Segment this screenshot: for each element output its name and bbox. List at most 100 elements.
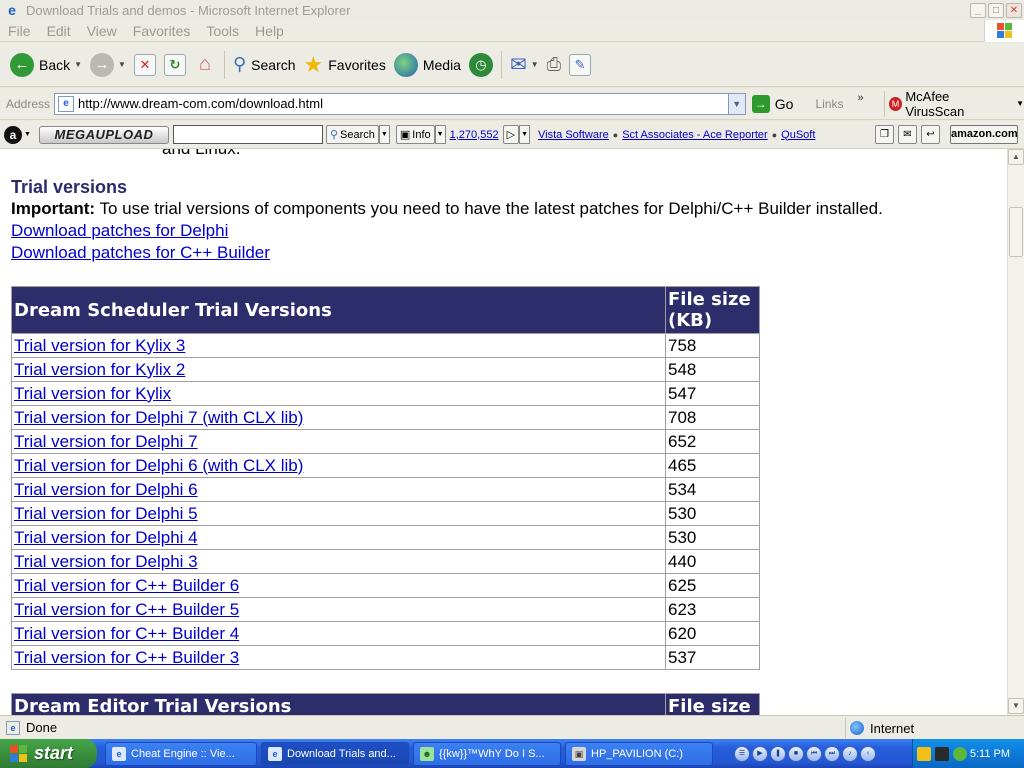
system-tray: 5:11 PM [912, 739, 1024, 768]
maximize-button[interactable]: □ [988, 2, 1004, 18]
table-cell-name: Trial version for Delphi 4 [11, 525, 666, 550]
mega-count-link[interactable]: 1,270,552 [450, 129, 499, 141]
trial-download-link[interactable]: Trial version for C++ Builder 4 [14, 624, 239, 643]
dropdown-arrow-icon[interactable]: ▼ [531, 60, 539, 69]
task-hp-pavilion[interactable]: ▣ HP_PAVILION (C:) [565, 741, 713, 766]
stop-icon[interactable]: ■ [788, 745, 804, 762]
vertical-scrollbar[interactable]: ▲ ▼ [1007, 149, 1024, 715]
menu-tools[interactable]: Tools [198, 23, 247, 39]
scroll-up-arrow-icon[interactable]: ▲ [1008, 149, 1024, 165]
cut-off-text: and Linux. [162, 149, 240, 159]
task-msn-chat[interactable]: ☻ {{kw}}™WhY Do I S... [413, 741, 561, 766]
mega-search-button[interactable]: ⚲ Search [325, 125, 379, 144]
trial-download-link[interactable]: Trial version for Delphi 5 [14, 504, 198, 523]
minimize-button[interactable]: _ [970, 2, 986, 18]
trial-download-link[interactable]: Trial version for Delphi 6 [14, 480, 198, 499]
drive-icon: ▣ [572, 746, 586, 761]
next-icon[interactable]: ⏭ [824, 745, 840, 762]
menu-file[interactable]: File [0, 23, 39, 39]
mail-button[interactable]: ✉ ▼ [506, 47, 543, 83]
qusoft-link[interactable]: QuSoft [781, 129, 815, 141]
stop-button[interactable]: ✕ [130, 47, 160, 83]
back-button[interactable]: ← Back ▼ [6, 47, 86, 83]
table-row: Trial version for Kylix 547 [11, 381, 760, 406]
task-cheat-engine[interactable]: e Cheat Engine :: Vie... [105, 741, 257, 766]
trial-download-link[interactable]: Trial version for Kylix 2 [14, 360, 185, 379]
messenger-tray-icon[interactable] [953, 746, 967, 761]
trial-download-link[interactable]: Trial version for Kylix [14, 384, 171, 403]
start-button[interactable]: start [0, 739, 97, 768]
trial-download-link[interactable]: Trial version for Delphi 7 [14, 432, 198, 451]
trial-download-link[interactable]: Trial version for C++ Builder 5 [14, 600, 239, 619]
task-download-trials[interactable]: e Download Trials and... [261, 741, 409, 766]
dropdown-arrow-icon[interactable]: ▼ [1016, 99, 1024, 108]
delphi-patches-link[interactable]: Download patches for Delphi [11, 221, 228, 241]
menu-help[interactable]: Help [247, 23, 292, 39]
forward-button[interactable]: → ▼ [86, 47, 130, 83]
tray-app-icon[interactable] [917, 746, 931, 761]
megaupload-logo[interactable]: MEGAUPLOAD [38, 125, 169, 144]
vista-software-link[interactable]: Vista Software [538, 129, 609, 141]
play-icon[interactable]: ▶ [752, 745, 768, 762]
cbuilder-patches-link[interactable]: Download patches for C++ Builder [11, 243, 270, 263]
links-button[interactable]: Links [815, 97, 843, 111]
mega-search-input[interactable] [172, 125, 323, 144]
trial-download-link[interactable]: Trial version for Delphi 4 [14, 528, 198, 547]
dropdown-arrow-icon[interactable]: ▼ [519, 125, 531, 144]
dropdown-arrow-icon[interactable]: ▼ [434, 125, 446, 144]
print-button[interactable]: ⎙ [543, 47, 565, 83]
refresh-button[interactable]: ↻ [160, 47, 190, 83]
trial-download-link[interactable]: Trial version for C++ Builder 3 [14, 648, 239, 667]
menu-favorites[interactable]: Favorites [125, 23, 199, 39]
chevron-left-icon[interactable]: ‹ [860, 745, 876, 762]
edit-button[interactable]: ✎ [565, 47, 595, 83]
mcafee-button[interactable]: M McAfee VirusScan ▼ [883, 89, 1024, 119]
player-menu-icon[interactable]: ☰ [734, 745, 750, 762]
mega-menu-icon[interactable]: a [4, 125, 22, 144]
chevron-right-icon[interactable]: » [857, 92, 863, 104]
dropdown-arrow-icon[interactable]: ▼ [74, 60, 82, 69]
dropdown-arrow-icon[interactable]: ▼ [24, 131, 31, 138]
volume-icon[interactable]: ♪ [842, 745, 858, 762]
close-button[interactable]: ✕ [1006, 2, 1022, 18]
trial-download-link[interactable]: Trial version for Delphi 3 [14, 552, 198, 571]
megaupload-toolbar: a ▼ MEGAUPLOAD ⚲ Search ▼ ▣ Info ▼ 1,270… [0, 121, 1024, 149]
pause-icon[interactable]: ❚ [770, 745, 786, 762]
mega-popup-button[interactable]: ▷ [502, 125, 520, 144]
back-page-icon[interactable]: ↩ [921, 125, 940, 144]
scroll-down-arrow-icon[interactable]: ▼ [1008, 698, 1024, 714]
title-bar: e Download Trials and demos - Microsoft … [0, 0, 1024, 20]
menu-edit[interactable]: Edit [39, 23, 79, 39]
previous-icon[interactable]: ⏮ [806, 745, 822, 762]
menu-view[interactable]: View [79, 23, 125, 39]
go-button[interactable]: → Go [751, 94, 793, 113]
sct-associates-link[interactable]: Sct Associates - Ace Reporter [622, 129, 768, 141]
dropdown-arrow-icon[interactable]: ▼ [378, 125, 390, 144]
tray-app-icon[interactable] [935, 746, 949, 761]
home-button[interactable]: ⌂ [190, 47, 220, 83]
address-dropdown-button[interactable]: ▼ [727, 93, 745, 114]
important-label: Important: [11, 199, 96, 218]
tray-area: ☰ ▶ ❚ ■ ⏮ ⏭ ♪ ‹ 5:11 PM [728, 739, 1024, 768]
ie-logo-icon: e [8, 2, 16, 18]
media-button[interactable]: Media [390, 47, 465, 83]
mail-icon[interactable]: ✉ [898, 125, 917, 144]
search-button[interactable]: ⚲ Search [229, 47, 300, 83]
trial-download-link[interactable]: Trial version for Delphi 7 (with CLX lib… [14, 408, 303, 427]
mega-info-button[interactable]: ▣ Info [395, 125, 435, 144]
address-input[interactable]: e http://www.dream-com.com/download.html… [54, 92, 746, 115]
copy-icon[interactable]: ❐ [875, 125, 894, 144]
trial-download-link[interactable]: Trial version for Kylix 3 [14, 336, 185, 355]
trial-download-link[interactable]: Trial version for C++ Builder 6 [14, 576, 239, 595]
favorites-button[interactable]: ★ Favorites [300, 47, 390, 83]
amazon-button[interactable]: amazon.com [950, 125, 1018, 144]
dropdown-arrow-icon[interactable]: ▼ [118, 60, 126, 69]
clock: 5:11 PM [969, 747, 1010, 760]
scroll-thumb[interactable] [1009, 207, 1023, 257]
trial-download-link[interactable]: Trial version for Delphi 6 (with CLX lib… [14, 456, 303, 475]
table-cell-size: 534 [665, 477, 760, 502]
table-cell-name: Trial version for Delphi 7 [11, 429, 666, 454]
table-cell-name: Trial version for Delphi 7 (with CLX lib… [11, 405, 666, 430]
table-cell-size: 530 [665, 525, 760, 550]
history-button[interactable]: ◷ [465, 47, 497, 83]
